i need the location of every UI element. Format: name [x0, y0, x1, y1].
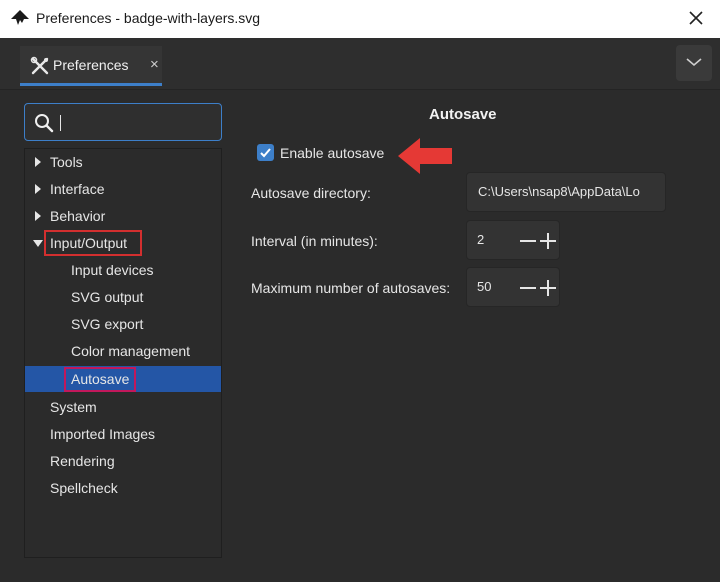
tree-item-svg-export[interactable]: SVG export	[25, 311, 221, 337]
tab-label: Preferences	[53, 57, 129, 73]
expander-right-icon[interactable]	[33, 184, 43, 194]
title-bar: Preferences - badge-with-layers.svg	[0, 0, 720, 38]
tree-item-label: Color management	[71, 343, 191, 359]
red-arrow-annotation-icon	[398, 138, 452, 174]
tree-item-tools[interactable]: Tools	[25, 149, 221, 175]
tree-item-rendering[interactable]: Rendering	[25, 448, 221, 474]
max-autosaves-value[interactable]: 50	[477, 279, 491, 294]
tree-item-label: Spellcheck	[50, 480, 118, 496]
tree-item-label: Interface	[50, 181, 105, 197]
expander-right-icon[interactable]	[33, 157, 43, 167]
tree-item-spellcheck[interactable]: Spellcheck	[25, 475, 221, 501]
search-box[interactable]	[24, 103, 222, 141]
expander-right-icon[interactable]	[33, 211, 43, 221]
tree-item-label: Input devices	[71, 262, 154, 278]
highlight-box-autosave	[64, 367, 136, 392]
search-icon	[35, 114, 54, 133]
tab-strip: Preferences ×	[0, 38, 720, 90]
interval-label: Interval (in minutes):	[251, 233, 378, 249]
tree-item-input-devices[interactable]: Input devices	[25, 257, 221, 283]
section-title: Autosave	[429, 106, 497, 123]
tree-item-behavior[interactable]: Behavior	[25, 203, 221, 229]
plus-icon[interactable]	[539, 232, 557, 250]
tree-item-label: Imported Images	[50, 426, 156, 442]
tree-item-system[interactable]: System	[25, 394, 221, 420]
text-caret	[60, 115, 61, 131]
tree-item-label: Behavior	[50, 208, 106, 224]
tab-close-button[interactable]: ×	[150, 56, 159, 74]
checkmark-icon	[260, 148, 271, 158]
search-input[interactable]	[59, 110, 214, 134]
enable-autosave-checkbox[interactable]	[257, 144, 274, 161]
window-title: Preferences - badge-with-layers.svg	[36, 10, 261, 26]
enable-autosave-label[interactable]: Enable autosave	[280, 145, 384, 161]
tree-item-color-management[interactable]: Color management	[25, 338, 221, 364]
autosave-directory-field[interactable]: C:\Users\nsap8\AppData\Lo	[466, 172, 666, 212]
tab-preferences[interactable]: Preferences ×	[20, 46, 162, 86]
tree-item-interface[interactable]: Interface	[25, 176, 221, 202]
tab-menu-button[interactable]	[676, 45, 712, 81]
interval-spinbutton[interactable]: 2	[466, 220, 560, 260]
inkscape-logo-icon	[11, 10, 29, 25]
preferences-tree: Tools Interface Behavior Input/Output In…	[24, 148, 222, 558]
tree-item-label: System	[50, 399, 97, 415]
tree-item-label: Tools	[50, 154, 83, 170]
minus-icon[interactable]	[519, 279, 537, 297]
preferences-tools-icon	[30, 56, 49, 75]
minus-icon[interactable]	[519, 232, 537, 250]
chevron-down-icon	[686, 58, 702, 67]
tree-item-svg-output[interactable]: SVG output	[25, 284, 221, 310]
highlight-box-input-output	[44, 230, 142, 256]
tree-item-label: SVG output	[71, 289, 144, 305]
max-autosaves-label: Maximum number of autosaves:	[251, 280, 451, 296]
tree-item-label: SVG export	[71, 316, 144, 332]
max-autosaves-spinbutton[interactable]: 50	[466, 267, 560, 307]
interval-value[interactable]: 2	[477, 232, 484, 247]
expander-down-icon[interactable]	[33, 238, 43, 248]
tree-item-label: Rendering	[50, 453, 115, 469]
close-icon[interactable]	[684, 6, 708, 30]
plus-icon[interactable]	[539, 279, 557, 297]
autosave-directory-label: Autosave directory:	[251, 185, 371, 201]
tree-item-imported-images[interactable]: Imported Images	[25, 421, 221, 447]
